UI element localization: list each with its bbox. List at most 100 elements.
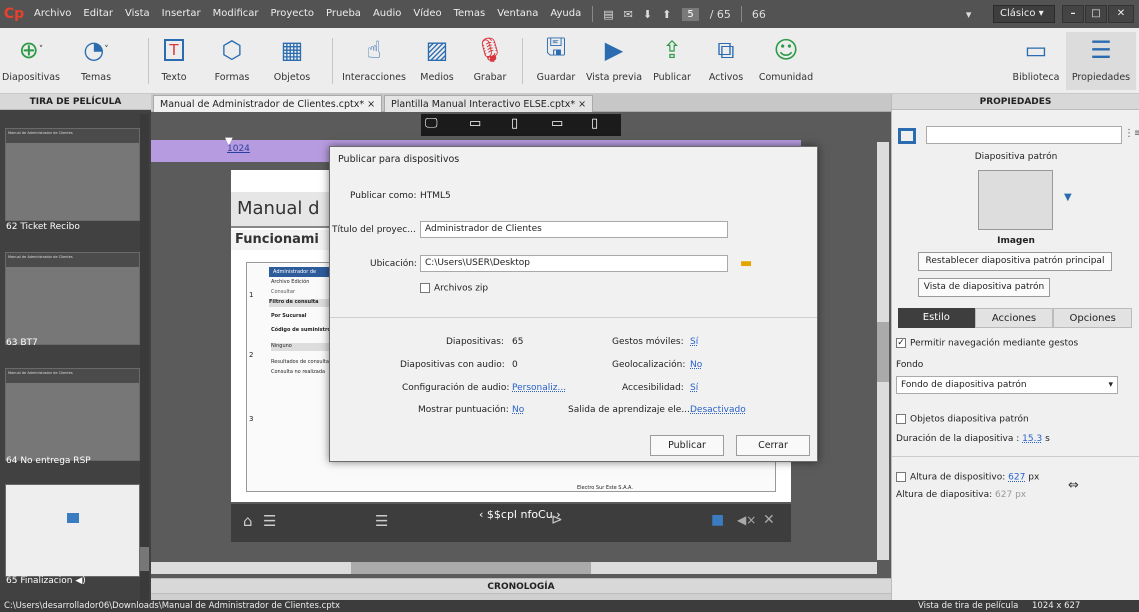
menu-ayuda[interactable]: Ayuda bbox=[544, 0, 587, 28]
tab-manual[interactable]: Manual de Administrador de Clientes.cptx… bbox=[153, 95, 383, 112]
close-icon[interactable]: × bbox=[578, 99, 586, 110]
arrow-down-icon[interactable]: ⬇ bbox=[638, 8, 657, 21]
reset-master-button[interactable]: Restablecer diapositiva patrón principal bbox=[918, 252, 1112, 271]
mail-icon[interactable]: ✉ bbox=[619, 8, 638, 21]
menu-vista[interactable]: Vista bbox=[119, 0, 156, 28]
menu-audio[interactable]: Audio bbox=[367, 0, 407, 28]
menu-archivo[interactable]: Archivo bbox=[28, 0, 77, 28]
workspace-select[interactable]: Clásico ▾ bbox=[993, 5, 1055, 23]
hscroll-thumb[interactable] bbox=[351, 562, 591, 574]
ruler-marker-icon[interactable]: ▼ bbox=[225, 136, 233, 147]
slide-thumbnail[interactable]: Manual de Administrador de Clientes bbox=[5, 368, 140, 461]
tab-acciones[interactable]: Acciones bbox=[974, 308, 1054, 328]
access-link[interactable]: Sí bbox=[690, 383, 698, 393]
zoom-dropdown-icon[interactable]: ▾ bbox=[961, 8, 977, 21]
publish-button[interactable]: ⇪ Publicar bbox=[650, 32, 694, 83]
duration-value[interactable]: 15.3 bbox=[1022, 434, 1042, 444]
toc-icon[interactable]: ☰ bbox=[375, 512, 388, 530]
community-button[interactable]: ☺ Comunidad bbox=[756, 32, 816, 83]
menu-insertar[interactable]: Insertar bbox=[156, 0, 207, 28]
folder-icon[interactable]: ▬ bbox=[740, 256, 752, 271]
slide-thumbnail[interactable]: Manual de Administrador de Clientes bbox=[5, 252, 140, 345]
filmstrip-scrollbar[interactable] bbox=[140, 114, 149, 600]
publish-dialog-button[interactable]: Publicar bbox=[650, 435, 724, 456]
document-tabs: Manual de Administrador de Clientes.cptx… bbox=[151, 94, 891, 112]
menu-proyecto[interactable]: Proyecto bbox=[265, 0, 320, 28]
save-button[interactable]: 🖫 Guardar bbox=[534, 32, 578, 84]
slides-button[interactable]: ⊕ ˅ Diapositivas bbox=[2, 32, 60, 83]
current-slide-input[interactable]: 5 bbox=[682, 7, 699, 21]
menu-temas[interactable]: Temas bbox=[448, 0, 492, 28]
view-master-button[interactable]: Vista de diapositiva patrón bbox=[918, 278, 1050, 297]
checkmark-icon[interactable]: ✓ bbox=[896, 338, 906, 348]
mute-icon[interactable]: ◀× bbox=[737, 513, 756, 527]
phone-portrait-icon[interactable]: ▯ bbox=[591, 116, 598, 131]
canvas-vscrollbar[interactable] bbox=[877, 142, 889, 560]
arrow-up-icon[interactable]: ⬆ bbox=[657, 8, 676, 21]
scroll-thumb[interactable] bbox=[140, 547, 149, 571]
lms-link[interactable]: Desactivado bbox=[690, 405, 746, 415]
preview-button[interactable]: ▶ Vista previa bbox=[586, 32, 642, 83]
master-thumbnail[interactable] bbox=[978, 170, 1053, 230]
menu-prueba[interactable]: Prueba bbox=[320, 0, 367, 28]
gesture-nav-checkbox[interactable]: ✓ Permitir navegación mediante gestos bbox=[896, 338, 1078, 349]
home-icon[interactable]: ⌂ bbox=[243, 512, 253, 530]
text-button[interactable]: T Texto bbox=[156, 32, 192, 83]
filmstrip-icon[interactable]: ▤ bbox=[598, 8, 618, 21]
menu-editar[interactable]: Editar bbox=[77, 0, 119, 28]
slide-thumbnail[interactable] bbox=[5, 484, 140, 577]
chevron-down-icon[interactable]: ▼ bbox=[1064, 192, 1072, 203]
menu-icon[interactable]: ☰ bbox=[263, 512, 276, 530]
interactions-button[interactable]: ☝ Interacciones bbox=[340, 32, 408, 83]
audio-config-link[interactable]: Personaliz... bbox=[512, 383, 566, 393]
properties-button[interactable]: ☰ Propiedades bbox=[1066, 32, 1136, 90]
checkbox-icon[interactable] bbox=[896, 414, 906, 424]
tablet-landscape-icon[interactable]: ▭ bbox=[469, 116, 481, 131]
tablet-portrait-icon[interactable]: ▯ bbox=[511, 116, 518, 131]
object-name-input[interactable] bbox=[926, 126, 1122, 144]
geo-link[interactable]: No bbox=[690, 360, 702, 370]
project-title-input[interactable]: Administrador de Clientes bbox=[420, 221, 728, 238]
menu-video[interactable]: Vídeo bbox=[407, 0, 447, 28]
close-icon[interactable]: × bbox=[367, 99, 375, 110]
phone-landscape-icon[interactable]: ▭ bbox=[551, 116, 563, 131]
link-icon[interactable]: ⇔ bbox=[1068, 478, 1079, 493]
zoom-value[interactable]: 66 bbox=[747, 8, 771, 21]
minimize-button[interactable]: – bbox=[1062, 5, 1084, 23]
menu-ventana[interactable]: Ventana bbox=[491, 0, 544, 28]
background-select[interactable]: Fondo de diapositiva patrón ▾ bbox=[896, 376, 1118, 394]
location-input[interactable]: C:\Users\USER\Desktop bbox=[420, 255, 728, 272]
gestures-link[interactable]: Sí bbox=[690, 337, 698, 347]
tab-plantilla[interactable]: Plantilla Manual Interactivo ELSE.cptx* … bbox=[384, 95, 594, 112]
nav-prev-next[interactable]: ‹ $$cpl nfoCu › bbox=[479, 509, 561, 520]
checkbox-icon[interactable] bbox=[896, 472, 906, 482]
menu-modificar[interactable]: Modificar bbox=[207, 0, 265, 28]
timeline-header[interactable]: CRONOLOGÍA bbox=[151, 578, 891, 594]
objects-button[interactable]: ▦ Objetos bbox=[272, 32, 312, 83]
tab-estilo[interactable]: Estilo bbox=[898, 308, 975, 328]
divider bbox=[330, 317, 817, 318]
tab-opciones[interactable]: Opciones bbox=[1053, 308, 1133, 328]
device-height-checkbox[interactable]: Altura de dispositivo: 627 px bbox=[896, 472, 1039, 483]
maximize-button[interactable]: □ bbox=[1085, 5, 1107, 23]
desktop-icon[interactable]: 🖵 bbox=[425, 116, 438, 131]
close-dialog-button[interactable]: Cerrar bbox=[736, 435, 810, 456]
options-icon[interactable]: ⋮≡ bbox=[1124, 128, 1139, 139]
score-link[interactable]: No bbox=[512, 405, 524, 415]
themes-button[interactable]: ◔ ˅ Temas bbox=[74, 32, 118, 83]
slide-thumbnail[interactable]: Manual de Administrador de Clientes bbox=[5, 128, 140, 221]
device-height-value[interactable]: 627 bbox=[1008, 473, 1025, 483]
shapes-button[interactable]: ⬡ Formas bbox=[212, 32, 252, 83]
record-button[interactable]: 🎙 Grabar bbox=[470, 32, 510, 83]
close-icon[interactable]: ✕ bbox=[763, 512, 775, 528]
close-window-button[interactable]: ✕ bbox=[1108, 5, 1134, 23]
media-button[interactable]: ▨ Medios bbox=[414, 32, 460, 83]
zip-checkbox[interactable]: Archivos zip bbox=[420, 283, 488, 294]
vscroll-thumb[interactable] bbox=[877, 322, 889, 382]
master-objects-checkbox[interactable]: Objetos diapositiva patrón bbox=[896, 414, 1029, 425]
canvas-hscrollbar[interactable] bbox=[151, 562, 877, 574]
checkbox-icon[interactable] bbox=[420, 283, 430, 293]
assets-button[interactable]: ⧉ Activos bbox=[704, 32, 748, 83]
library-button[interactable]: ▭ Biblioteca bbox=[1008, 32, 1064, 83]
skip-icon[interactable]: ⊳ bbox=[551, 512, 563, 528]
